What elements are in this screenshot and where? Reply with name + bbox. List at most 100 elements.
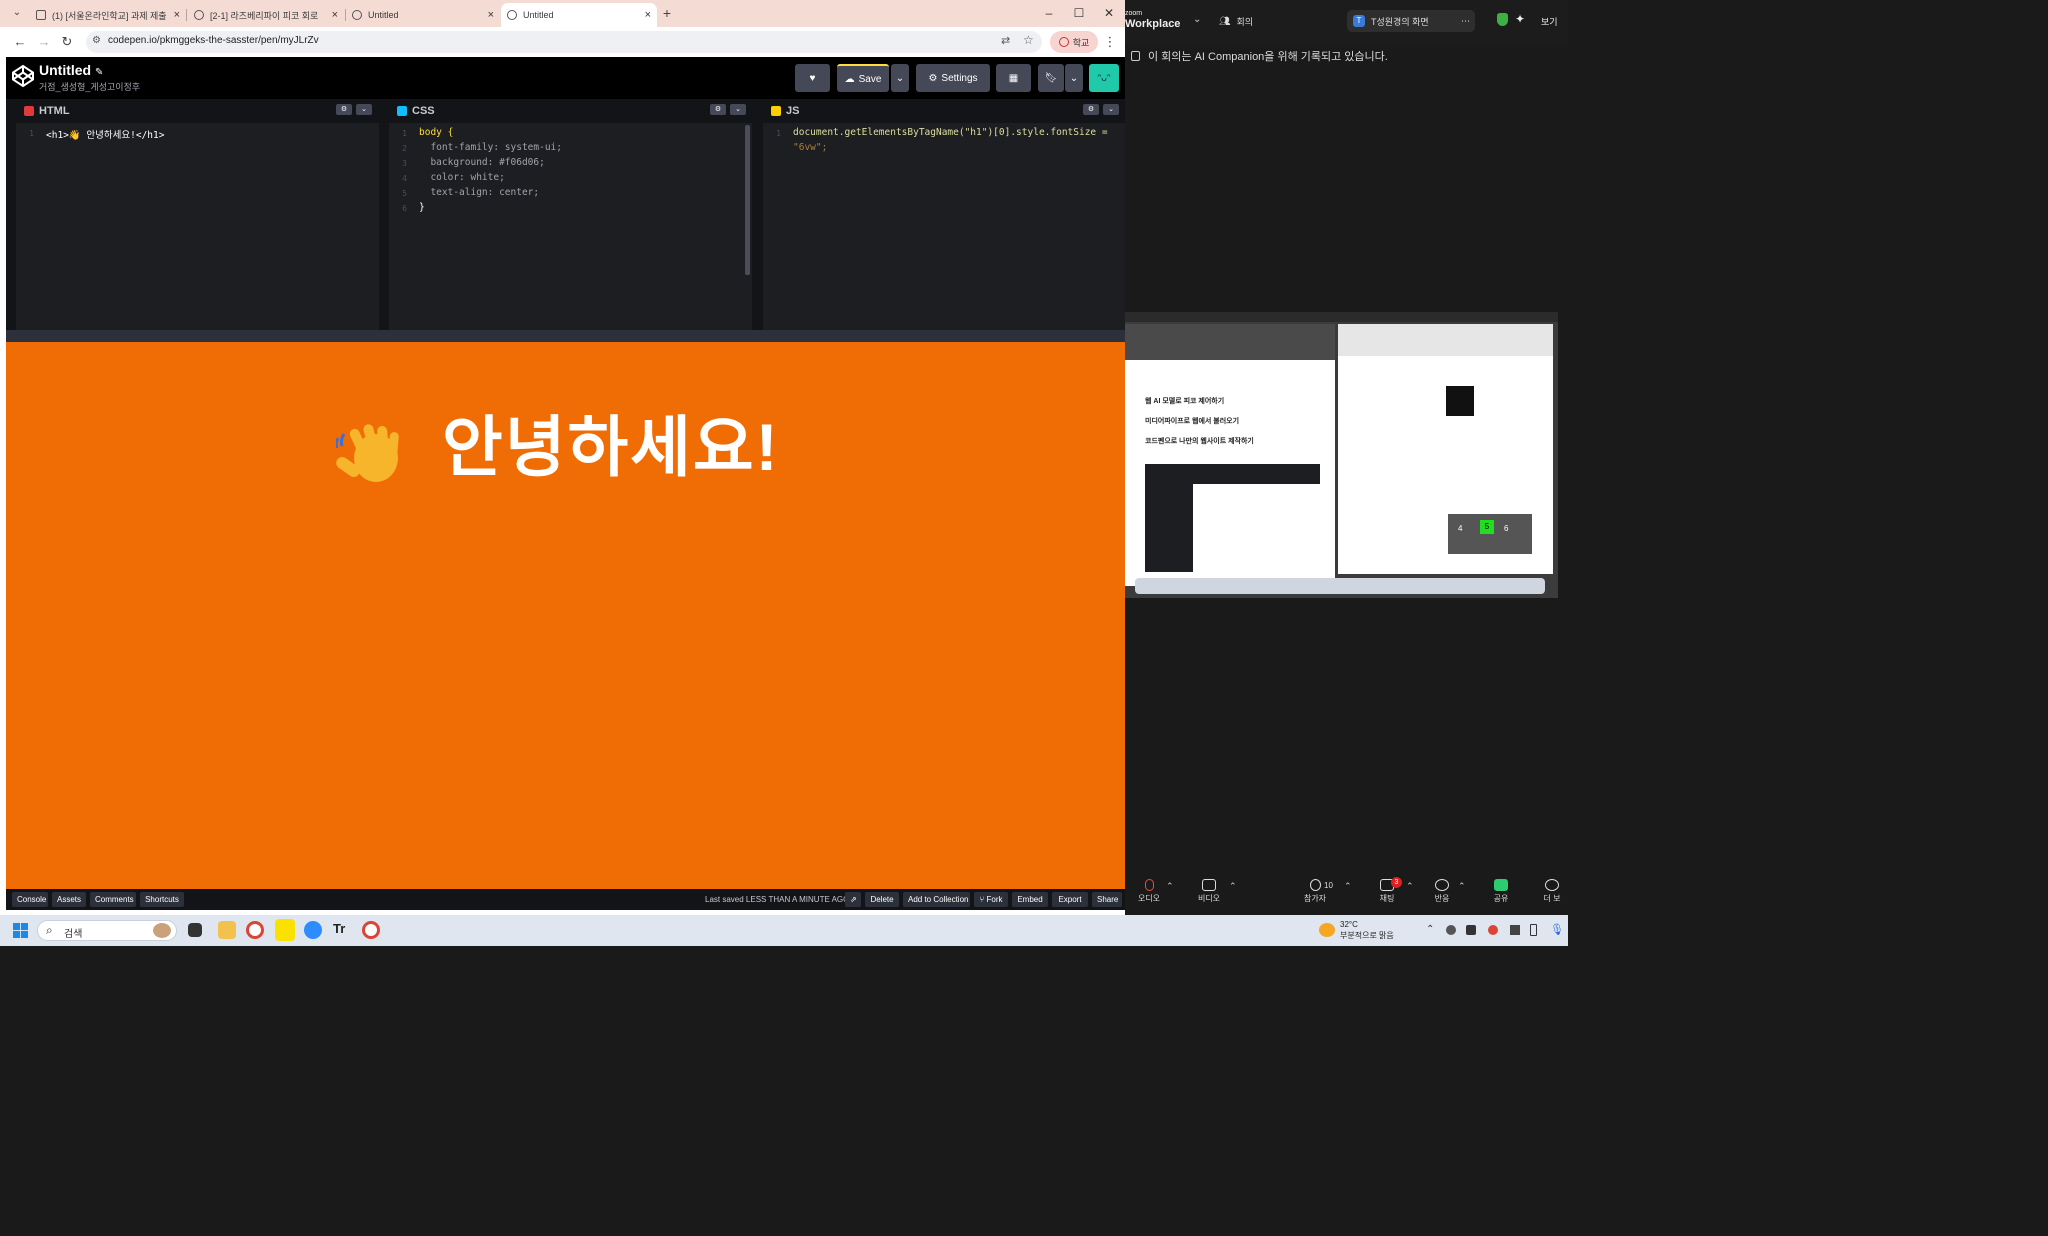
shortcuts-button[interactable]: Shortcuts [140, 892, 184, 907]
weather-description[interactable]: 부분적으로 맑음 [1340, 930, 1394, 941]
external-link-button[interactable]: ⇗ [845, 892, 861, 907]
mic-icon[interactable]: 🎙︎ [1550, 923, 1564, 936]
translate-icon[interactable]: ⇄ [1001, 34, 1010, 47]
settings-button[interactable]: ⚙ Settings [916, 64, 990, 92]
editor-settings-icon[interactable]: ⚙ [336, 104, 352, 115]
codepen-logo-icon[interactable] [11, 64, 35, 88]
audio-button[interactable]: 오디오 [1129, 879, 1169, 904]
shared-codepen-thumb [1145, 464, 1320, 572]
shared-screen-selector[interactable]: T T성원경의 화면 ⋯ [1347, 10, 1475, 32]
bookmark-button[interactable]: 🔖︎ [1038, 64, 1064, 92]
bookmark-star-icon[interactable]: ☆ [1023, 33, 1034, 47]
video-button[interactable]: 비디오 [1189, 879, 1229, 904]
chrome-profile-icon[interactable] [362, 921, 380, 939]
kakaotalk-icon[interactable] [275, 919, 295, 941]
chevron-up-icon[interactable]: ⌃ [1166, 881, 1174, 892]
line-number: 3 [402, 159, 407, 168]
share-screen-button[interactable]: 공유 [1481, 879, 1521, 904]
pen-author[interactable]: 거점_생성형_게성고이정후 [39, 80, 140, 93]
sparkle-icon[interactable]: ✦ [1515, 12, 1525, 26]
editor-collapse-icon[interactable]: ⌄ [1103, 104, 1119, 115]
js-editor[interactable]: JS ⚙ ⌄ 1 document.getElementsByTagName("… [763, 99, 1125, 330]
editor-settings-icon[interactable]: ⚙ [710, 104, 726, 115]
chevron-up-icon[interactable]: ⌃ [1344, 881, 1352, 892]
shared-screen-view[interactable]: 웹 AI 모델로 피코 제어하기 미디어파이프로 웹에서 불러오기 코드펜으로 … [1125, 312, 1558, 598]
more-button[interactable]: 더 보 [1536, 879, 1568, 904]
reactions-button[interactable]: 반응 [1422, 879, 1462, 904]
resize-divider[interactable] [6, 330, 1125, 342]
tab-1[interactable]: (1) [서울온라인학교] 과제 제출 × [30, 3, 186, 27]
chevron-up-icon[interactable]: ⌃ [1229, 881, 1237, 892]
scrollbar[interactable] [745, 125, 750, 275]
editor-settings-icon[interactable]: ⚙ [1083, 104, 1099, 115]
more-options-icon[interactable]: ⋯ [1461, 16, 1470, 27]
chrome-icon[interactable] [246, 921, 264, 939]
shared-window-toolbar [1125, 324, 1335, 360]
taskbar-search[interactable]: ⌕ 검색 [37, 920, 177, 941]
tray-chrome-icon[interactable] [1488, 925, 1498, 935]
html-editor[interactable]: HTML ⚙ ⌄ 1 <h1>👋 안녕하세요!</h1> [16, 99, 379, 330]
bookmark-dropdown-button[interactable]: ⌄ [1065, 64, 1083, 92]
fork-button[interactable]: ⑂ Fork [974, 892, 1008, 907]
back-icon[interactable]: ← [11, 33, 29, 51]
windows-start-icon[interactable] [13, 923, 28, 938]
url-field[interactable]: ⚙ codepen.io/pkmggeks-the-sasster/pen/my… [86, 31, 1042, 53]
delete-button[interactable]: Delete [865, 892, 899, 907]
weather-temperature[interactable]: 32°C [1340, 920, 1358, 929]
editor-collapse-icon[interactable]: ⌄ [730, 104, 746, 115]
console-button[interactable]: Console [12, 892, 48, 907]
reload-icon[interactable]: ↻ [58, 33, 76, 51]
zoom-controls: 오디오 ⌃ 비디오 ⌃ 참가자 10 ⌃ 채팅 3 ⌃ 반응 ⌃ 공유 더 보 [1125, 873, 1568, 915]
tab-close-icon[interactable]: × [645, 9, 651, 21]
meeting-tab[interactable]: 👥︎ 회의 [1219, 15, 1253, 28]
site-info-icon[interactable]: ⚙ [92, 35, 101, 46]
css-icon [397, 106, 407, 116]
chevron-up-icon[interactable]: ⌃ [1406, 881, 1414, 892]
comments-button[interactable]: Comments [90, 892, 136, 907]
tab-4-active[interactable]: Untitled × [501, 3, 657, 27]
shared-number: 4 [1458, 524, 1463, 533]
file-explorer-icon[interactable] [218, 921, 236, 939]
share-button[interactable]: Share [1092, 892, 1122, 907]
editor-collapse-icon[interactable]: ⌄ [356, 104, 372, 115]
shared-codepen-preview [1193, 484, 1320, 572]
pen-title[interactable]: Untitled ✎ [39, 62, 103, 78]
tab-close-icon[interactable]: × [174, 9, 180, 21]
layout-button[interactable]: ▦ [996, 64, 1031, 92]
tab-search-chevron-icon[interactable]: ⌄ [8, 4, 26, 22]
tab-2[interactable]: [2-1] 라즈베리파이 피코 회로 × [188, 3, 344, 27]
add-to-collection-button[interactable]: Add to Collection [903, 892, 970, 907]
html-icon [24, 106, 34, 116]
chevron-down-icon[interactable]: ⌄ [1193, 14, 1201, 25]
maximize-icon[interactable]: ☐ [1064, 4, 1094, 22]
minimize-icon[interactable]: – [1034, 4, 1064, 22]
export-button[interactable]: Export [1052, 892, 1088, 907]
task-view-icon[interactable] [188, 923, 202, 937]
menu-kebab-icon[interactable]: ⋮ [1101, 33, 1119, 51]
close-window-icon[interactable]: ✕ [1094, 4, 1124, 22]
chevron-up-icon[interactable]: ⌃ [1458, 881, 1466, 892]
view-button[interactable]: 보기 [1541, 15, 1558, 28]
tab-close-icon[interactable]: × [332, 9, 338, 21]
new-tab-button[interactable]: + [658, 4, 676, 22]
profile-button[interactable]: 학교 [1050, 31, 1098, 53]
tray-app-icon[interactable] [1446, 925, 1456, 935]
tray-nvidia-icon[interactable] [1510, 925, 1520, 935]
save-label: Save [858, 73, 882, 85]
zoom-app-icon[interactable] [304, 921, 322, 939]
tab-close-icon[interactable]: × [488, 9, 494, 21]
assets-button[interactable]: Assets [52, 892, 86, 907]
heart-button[interactable]: ♥ [795, 64, 830, 92]
save-dropdown-button[interactable]: ⌄ [891, 64, 909, 92]
edit-pencil-icon[interactable]: ✎ [95, 67, 103, 78]
forward-icon[interactable]: → [35, 33, 53, 51]
css-editor[interactable]: CSS ⚙ ⌄ 1 body { 2 font-family: system-u… [389, 99, 752, 330]
tray-chevron-up-icon[interactable]: ⌃ [1426, 924, 1434, 935]
tray-app-icon[interactable] [1466, 925, 1476, 935]
embed-button[interactable]: Embed [1012, 892, 1048, 907]
text-app-icon[interactable]: Tr [333, 921, 351, 939]
user-avatar[interactable]: ᵔᴗᵔ [1089, 64, 1119, 92]
save-button[interactable]: ☁ Save [837, 64, 889, 92]
tab-3[interactable]: Untitled × [346, 3, 500, 27]
battery-icon[interactable] [1530, 924, 1537, 936]
